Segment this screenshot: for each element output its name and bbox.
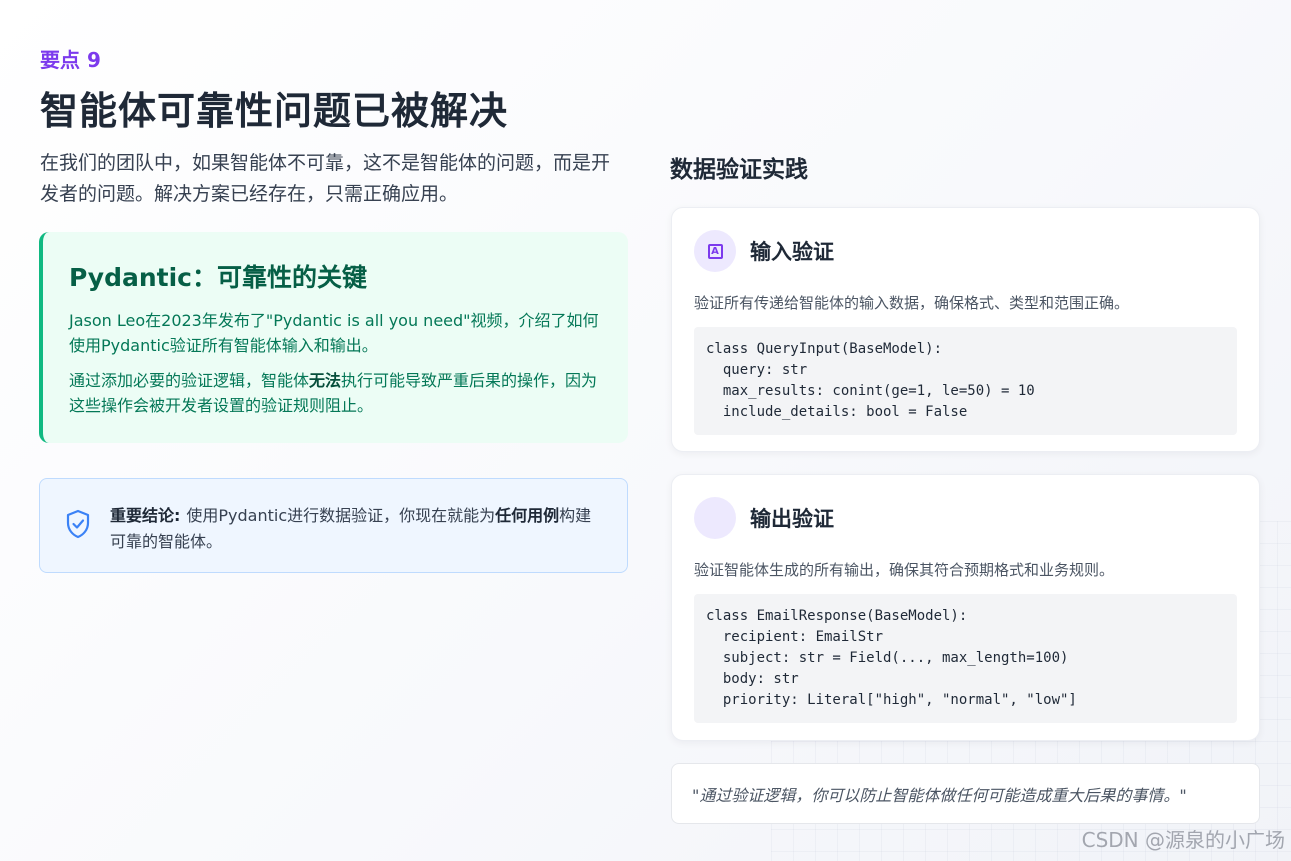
card-title: 输入验证	[750, 240, 834, 264]
conclusion-box: 重要结论: 使用Pydantic进行数据验证，你现在就能为任何用例构建可靠的智能体…	[39, 478, 628, 573]
watermark: CSDN @源泉的小广场	[1081, 828, 1285, 852]
quote-box: "通过验证逻辑，你可以防止智能体做任何可能造成重大后果的事情。"	[671, 763, 1260, 824]
card-title: 输出验证	[750, 507, 834, 531]
shield-check-icon	[66, 509, 90, 539]
section-eyebrow: 要点 9	[40, 48, 101, 72]
card-description: 验证智能体生成的所有输出，确保其符合预期格式和业务规则。	[694, 561, 1115, 579]
input-validation-card: A 输入验证 验证所有传递给智能体的输入数据，确保格式、类型和范围正确。 cla…	[671, 207, 1260, 452]
page-title: 智能体可靠性问题已被解决	[40, 89, 509, 133]
section-title: 数据验证实践	[670, 157, 808, 183]
conclusion-label: 重要结论:	[110, 506, 181, 525]
highlight-p2-before: 通过添加必要的验证逻辑，智能体	[69, 371, 310, 390]
output-icon	[694, 497, 736, 539]
card-header: A 输入验证	[694, 230, 1237, 272]
highlight-title: Pydantic：可靠性的关键	[69, 263, 367, 292]
conclusion-text-bold: 任何用例	[495, 506, 560, 525]
highlight-paragraph-2: 通过添加必要的验证逻辑，智能体无法执行可能导致严重后果的操作，因为这些操作会被开…	[69, 368, 602, 418]
input-icon: A	[694, 230, 736, 272]
pydantic-highlight-box: Pydantic：可靠性的关键 Jason Leo在2023年发布了"Pydan…	[39, 232, 628, 443]
highlight-p2-bold: 无法	[309, 371, 342, 390]
card-description: 验证所有传递给智能体的输入数据，确保格式、类型和范围正确。	[694, 294, 1130, 312]
code-block: class QueryInput(BaseModel): query: str …	[694, 327, 1237, 435]
code-block: class EmailResponse(BaseModel): recipien…	[694, 594, 1237, 723]
intro-text: 在我们的团队中，如果智能体不可靠，这不是智能体的问题，而是开发者的问题。解决方案…	[40, 152, 611, 205]
conclusion-text-before: 使用Pydantic进行数据验证，你现在就能为	[186, 506, 496, 525]
output-validation-card: 输出验证 验证智能体生成的所有输出，确保其符合预期格式和业务规则。 class …	[671, 474, 1260, 741]
highlight-paragraph-1: Jason Leo在2023年发布了"Pydantic is all you n…	[69, 311, 599, 355]
card-header: 输出验证	[694, 497, 1237, 539]
